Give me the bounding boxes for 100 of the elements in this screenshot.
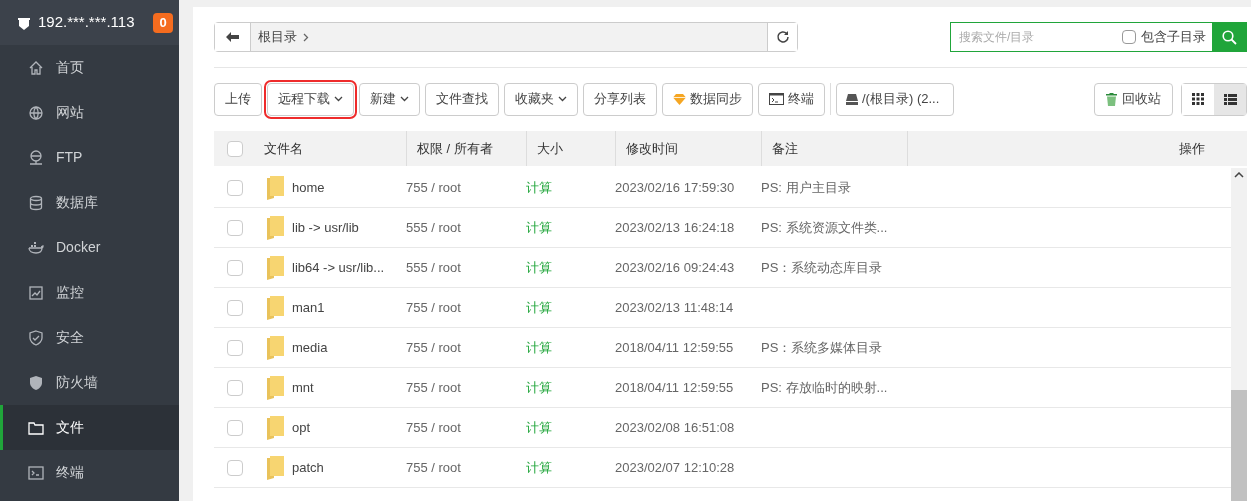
toolbar-button[interactable]: 收藏夹 [504,82,578,116]
include-subdirs-label: 包含子目录 [1141,28,1206,47]
sidebar-item[interactable]: 防火墙 [0,360,179,405]
row-checkbox[interactable] [227,419,243,436]
sidebar-item[interactable]: 终端 [0,450,179,495]
file-name[interactable]: home [292,177,325,198]
folder-icon [267,215,284,240]
sidebar-item[interactable]: 文件 [0,405,179,450]
breadcrumb-link[interactable]: 根目录 [258,27,297,47]
column-header[interactable]: 文件名 [264,138,303,159]
toolbar-button[interactable]: 远程下载 [267,82,354,116]
column-header[interactable]: 大小 [537,138,563,159]
modified-time: 2023/02/13 16:24:18 [615,219,735,235]
file-name[interactable]: media [292,337,328,358]
terminal-icon [28,464,44,481]
folder-icon [267,175,284,200]
folder-icon [28,419,44,436]
search-field[interactable]: 搜索文件/目录 [950,22,1120,52]
modified-time: 2023/02/07 12:10:28 [615,459,735,475]
sidebar-item[interactable]: FTP [0,135,179,180]
note-text: PS: 存放临时的映射... [761,379,888,395]
folder-icon [267,455,284,480]
toolbar-button[interactable]: 数据同步 [662,82,753,116]
row-checkbox[interactable] [227,179,243,196]
grid-icon [1192,93,1204,105]
file-name[interactable]: lib -> usr/lib [292,217,359,238]
modified-time: 2023/02/16 17:59:30 [615,179,735,195]
sidebar-item[interactable]: Docker [0,225,179,270]
select-all-checkbox[interactable] [227,140,243,157]
table-row[interactable]: home 755 / root 计算 2023/02/16 17:59:30 PS: 用户主目录 [214,168,1231,208]
database-icon [28,194,44,211]
modified-time: 2023/02/13 11:48:14 [615,299,734,315]
column-header[interactable]: 操作 [1179,138,1205,159]
column-header[interactable]: 修改时间 [626,138,678,159]
row-checkbox[interactable] [227,339,243,356]
toolbar-button[interactable]: 上传 [214,82,262,116]
modified-time: 2023/02/08 16:51:08 [615,419,735,435]
sidebar-item[interactable]: 监控 [0,270,179,315]
refresh-button[interactable] [767,23,797,51]
whale-icon [28,239,44,256]
toolbar-button[interactable]: 终端 [758,82,825,116]
refresh-icon [775,30,790,44]
shield-icon [28,374,44,391]
view-toggle[interactable] [1214,83,1246,115]
row-checkbox[interactable] [227,379,243,396]
hard-drive-icon [846,93,858,105]
note-text: PS：系统动态库目录 [761,259,883,275]
permissions-text: 755 / root [406,339,461,355]
permissions-text: 755 / root [406,419,461,435]
folder-icon [267,255,284,280]
permissions-text: 755 / root [406,379,461,395]
modified-time: 2023/02/16 09:24:43 [615,259,735,275]
sidebar-item[interactable]: 安全 [0,315,179,360]
folder-icon [267,375,284,400]
file-name[interactable]: lib64 -> usr/lib... [292,257,385,278]
disk-button[interactable]: /(根目录) (2... [836,82,954,116]
sidebar-item[interactable]: 数据库 [0,180,179,225]
trash-icon [1106,92,1117,106]
network-globe-icon [28,149,44,166]
home-icon [28,59,44,76]
table-row[interactable]: lib64 -> usr/lib... 555 / root 计算 2023/02/16 09:24:43 PS：系统动态库目录 [214,248,1231,288]
modified-time: 2018/04/11 12:59:55 [615,339,734,355]
host-address: 192.***.***.113 [38,12,135,33]
search-button[interactable] [1212,22,1247,52]
sidebar-item[interactable]: 网站 [0,90,179,135]
table-row[interactable]: patch 755 / root 计算 2023/02/07 12:10:28 [214,448,1231,488]
toolbar-button[interactable]: 分享列表 [583,82,657,116]
toolbar-button[interactable]: 文件查找 [425,82,499,116]
table-row[interactable]: mnt 755 / root 计算 2018/04/11 12:59:55 PS: 存放临时的映射... [214,368,1231,408]
table-row[interactable]: man1 755 / root 计算 2023/02/13 11:48:14 [214,288,1231,328]
row-checkbox[interactable] [227,299,243,316]
file-name[interactable]: man1 [292,297,325,318]
column-header[interactable]: 权限 / 所有者 [417,138,493,159]
back-button[interactable] [215,23,251,51]
table-row[interactable]: lib -> usr/lib 555 / root 计算 2023/02/13 16:24:18 PS: 系统资源文件类... [214,208,1231,248]
permissions-text: 755 / root [406,299,461,315]
note-text: PS：系统多媒体目录 [761,339,883,355]
recycle-bin-button[interactable]: 回收站 [1094,82,1173,116]
scrollbar[interactable] [1231,168,1247,501]
file-name[interactable]: patch [292,457,324,478]
scrollbar-thumb[interactable] [1231,390,1247,501]
chart-icon [28,284,44,301]
sidebar-item[interactable]: 首页 [0,45,179,90]
permissions-text: 555 / root [406,259,461,275]
note-text: PS: 用户主目录 [761,179,851,195]
file-name[interactable]: mnt [292,377,314,398]
row-checkbox[interactable] [227,459,243,476]
include-subdirs-checkbox[interactable] [1122,30,1136,44]
column-header[interactable]: 备注 [772,138,798,159]
table-row[interactable]: opt 755 / root 计算 2023/02/08 16:51:08 [214,408,1231,448]
table-row[interactable]: media 755 / root 计算 2018/04/11 12:59:55 PS：系统多媒体目录 [214,328,1231,368]
toolbar-button[interactable]: 新建 [359,82,420,116]
back-arrow-icon [226,32,239,42]
row-checkbox[interactable] [227,219,243,236]
scroll-up-icon [1234,172,1244,178]
globe-icon [28,104,44,121]
notification-count: 0 [153,12,173,33]
permissions-text: 555 / root [406,219,461,235]
row-checkbox[interactable] [227,259,243,276]
file-name[interactable]: opt [292,417,311,438]
